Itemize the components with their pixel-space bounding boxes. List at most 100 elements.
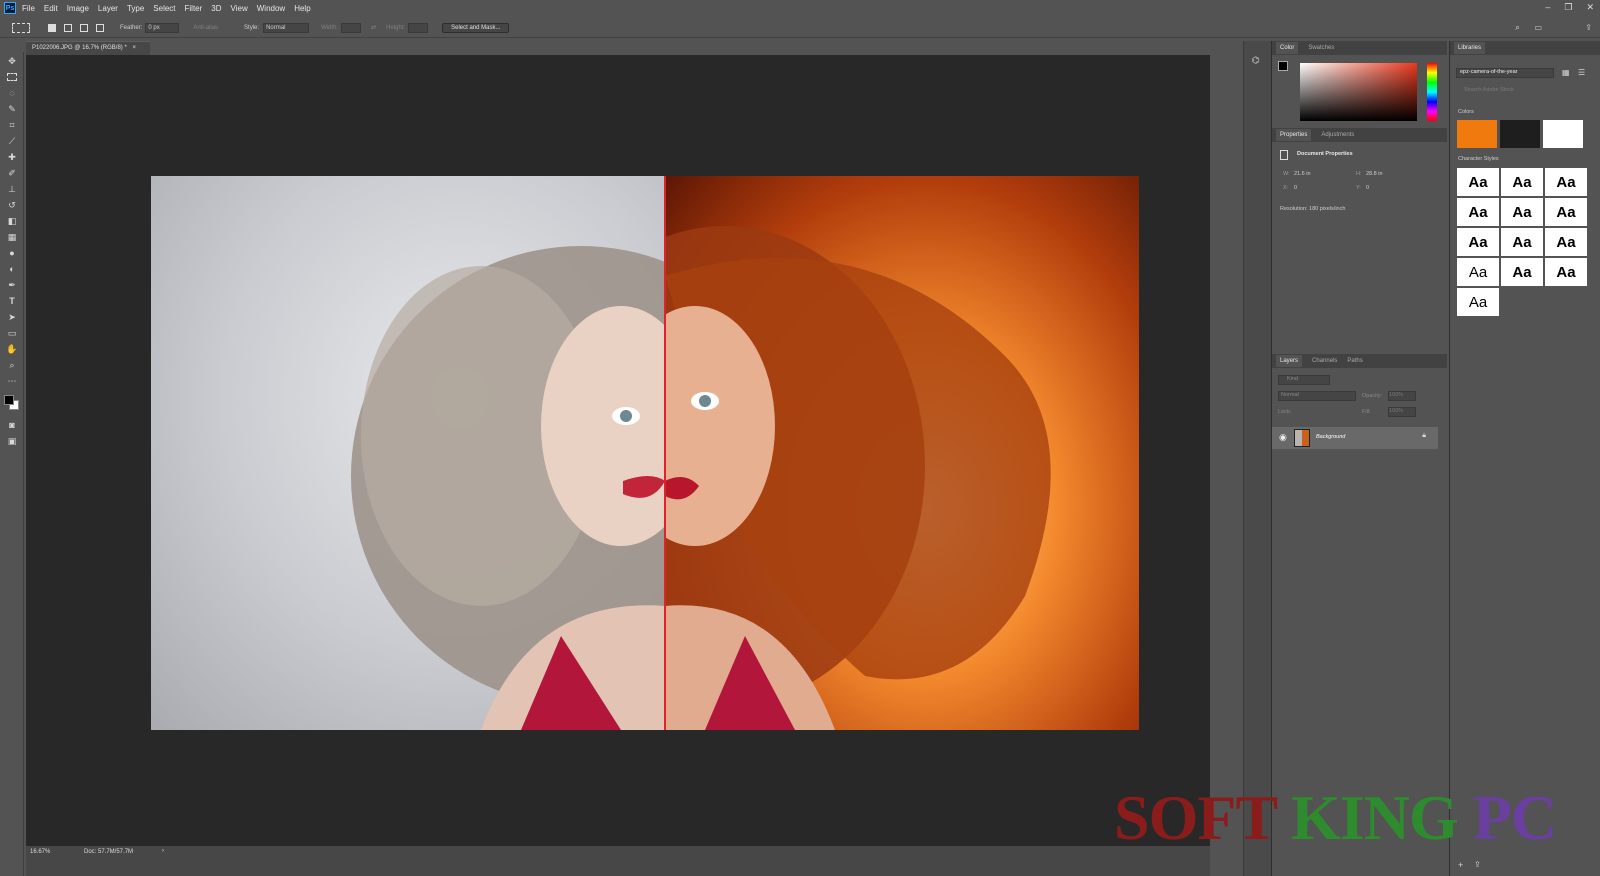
character-style[interactable]: Aa — [1545, 228, 1587, 256]
swap-icon[interactable]: ⇄ — [371, 24, 376, 31]
character-styles-header[interactable]: Character Styles — [1458, 156, 1499, 162]
grid-view-icon[interactable]: ▦ — [1562, 68, 1570, 77]
stamp-icon[interactable]: ⊥ — [5, 182, 19, 196]
blur-icon[interactable]: ● — [5, 246, 19, 260]
history-panel-icon[interactable]: ⌬ — [1252, 55, 1263, 66]
menu-window[interactable]: Window — [257, 4, 285, 13]
stock-search-input[interactable]: Search Adobe Stock — [1464, 87, 1514, 93]
layer-kind-filter[interactable]: Kind — [1278, 375, 1330, 385]
close-tab-icon[interactable]: × — [132, 45, 136, 51]
tab-swatches[interactable]: Swatches — [1308, 45, 1334, 51]
status-menu-arrow[interactable]: › — [162, 848, 164, 854]
zoom-level[interactable]: 16.67% — [30, 849, 50, 855]
menu-image[interactable]: Image — [67, 4, 89, 13]
character-style[interactable]: Aa — [1501, 198, 1543, 226]
new-selection-icon[interactable] — [48, 23, 56, 32]
character-style[interactable]: Aa — [1457, 198, 1499, 226]
character-style[interactable]: Aa — [1501, 228, 1543, 256]
lasso-icon[interactable]: ◌ — [5, 86, 19, 100]
share-icon[interactable]: ⇪ — [1585, 23, 1592, 32]
crop-icon[interactable]: ⌗ — [5, 118, 19, 132]
menu-3d[interactable]: 3D — [211, 4, 221, 13]
document-image[interactable] — [151, 176, 1139, 730]
tab-properties[interactable]: Properties — [1276, 129, 1312, 141]
character-style[interactable]: Aa — [1545, 168, 1587, 196]
w-value[interactable]: 21.6 in — [1294, 171, 1311, 177]
zoom-icon[interactable]: ⌕ — [5, 358, 19, 372]
menu-help[interactable]: Help — [294, 4, 310, 13]
screen-mode-icon[interactable]: ▣ — [5, 434, 19, 448]
gradient-icon[interactable]: ▦ — [5, 230, 19, 244]
eraser-icon[interactable]: ◧ — [5, 214, 19, 228]
antialias-checkbox[interactable]: Anti-alias — [193, 25, 218, 31]
character-style[interactable]: Aa — [1545, 258, 1587, 286]
height-input[interactable] — [408, 22, 429, 33]
marquee-preset-icon[interactable] — [12, 22, 30, 33]
quick-mask-icon[interactable]: ◙ — [5, 418, 19, 432]
layer-name[interactable]: Background — [1316, 434, 1345, 440]
pen-icon[interactable]: ✒ — [5, 278, 19, 292]
tab-channels[interactable]: Channels — [1312, 358, 1337, 364]
menu-file[interactable]: File — [22, 4, 35, 13]
menu-select[interactable]: Select — [153, 4, 175, 13]
library-color-orange[interactable] — [1457, 120, 1497, 148]
character-style[interactable]: Aa — [1457, 228, 1499, 256]
foreground-color-swatch[interactable] — [1278, 61, 1288, 71]
menu-view[interactable]: View — [231, 4, 248, 13]
select-and-mask-button[interactable]: Select and Mask... — [442, 22, 510, 33]
tab-libraries[interactable]: Libraries — [1454, 42, 1486, 54]
h-value[interactable]: 28.8 in — [1366, 171, 1383, 177]
close-button[interactable]: ✕ — [1586, 2, 1594, 13]
hand-icon[interactable]: ✋ — [5, 342, 19, 356]
character-style[interactable]: Aa — [1501, 168, 1543, 196]
menu-edit[interactable]: Edit — [44, 4, 58, 13]
character-style[interactable]: Aa — [1457, 168, 1499, 196]
width-input[interactable] — [341, 22, 362, 33]
library-select[interactable]: epz-camera-of-the-year — [1456, 68, 1554, 78]
colors-header[interactable]: Colors — [1458, 109, 1474, 115]
history-brush-icon[interactable]: ↺ — [5, 198, 19, 212]
more-icon[interactable]: ⋯ — [5, 374, 19, 388]
x-value[interactable]: 0 — [1294, 185, 1297, 191]
fill-input[interactable]: 100% — [1388, 407, 1416, 417]
brush-icon[interactable]: ✐ — [5, 166, 19, 180]
tab-adjustments[interactable]: Adjustments — [1321, 132, 1354, 138]
dodge-icon[interactable]: ◐ — [5, 262, 19, 276]
eyedropper-icon[interactable]: ⟋ — [5, 134, 19, 148]
move-icon[interactable]: ✥ — [5, 54, 19, 68]
character-style[interactable]: Aa — [1545, 198, 1587, 226]
library-color-white[interactable] — [1543, 120, 1583, 148]
add-element-icon[interactable]: + — [1458, 860, 1463, 870]
upload-icon[interactable]: ⇪ — [1474, 860, 1481, 869]
layer-row-background[interactable]: ◉ Background 🔒︎ — [1272, 427, 1438, 449]
opacity-input[interactable]: 100% — [1388, 391, 1416, 401]
list-view-icon[interactable]: ☰ — [1578, 68, 1585, 77]
tab-color[interactable]: Color — [1276, 42, 1299, 54]
tab-paths[interactable]: Paths — [1347, 358, 1362, 364]
subtract-selection-icon[interactable] — [80, 23, 88, 32]
style-select[interactable]: Normal — [263, 22, 310, 33]
path-select-icon[interactable]: ➤ — [5, 310, 19, 324]
restore-button[interactable]: ❐ — [1564, 2, 1572, 13]
marquee-icon[interactable] — [5, 70, 19, 84]
feather-input[interactable]: 0 px — [145, 22, 180, 33]
tab-layers[interactable]: Layers — [1276, 355, 1303, 367]
document-tab[interactable]: P1022006.JPG @ 16.7% (RGB/8) * × — [26, 41, 150, 55]
library-color-black[interactable] — [1500, 120, 1540, 148]
healing-icon[interactable]: ✚ — [5, 150, 19, 164]
character-style[interactable]: Aa — [1457, 258, 1499, 286]
type-icon[interactable]: T — [5, 294, 19, 308]
menu-filter[interactable]: Filter — [185, 4, 203, 13]
character-style[interactable]: Aa — [1501, 258, 1543, 286]
menu-layer[interactable]: Layer — [98, 4, 118, 13]
intersect-selection-icon[interactable] — [96, 23, 104, 32]
add-selection-icon[interactable] — [64, 23, 72, 32]
color-swatches-icon[interactable] — [3, 394, 21, 412]
rectangle-icon[interactable]: ▭ — [5, 326, 19, 340]
workspace-icon[interactable]: ▭ — [1534, 23, 1542, 32]
character-style[interactable]: Aa — [1457, 288, 1499, 316]
menu-type[interactable]: Type — [127, 4, 144, 13]
hue-slider[interactable] — [1427, 63, 1437, 121]
blend-mode-select[interactable]: Normal — [1278, 391, 1356, 401]
search-icon[interactable]: ⌕ — [1515, 22, 1520, 33]
